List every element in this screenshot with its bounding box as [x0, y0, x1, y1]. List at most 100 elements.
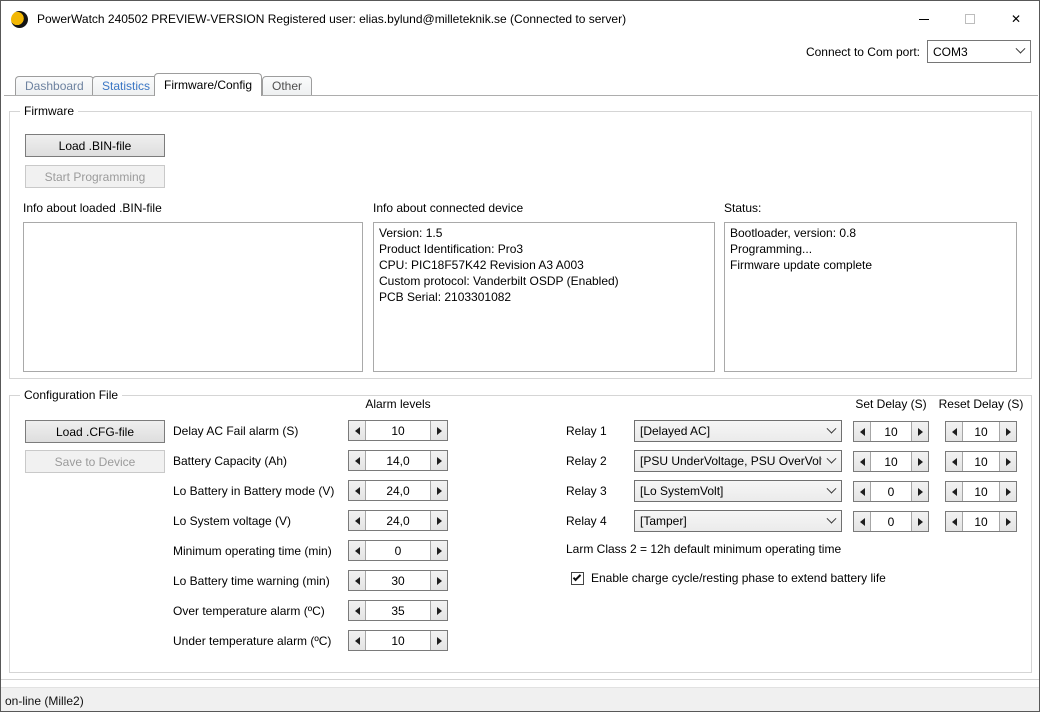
spinner-increment-icon[interactable] — [999, 512, 1016, 531]
chevron-down-icon — [827, 423, 837, 433]
start-programming-button[interactable]: Start Programming — [25, 165, 165, 188]
lo-battery-battery-mode-spinner[interactable]: 24,0 — [348, 480, 448, 501]
over-temperature-spinner[interactable]: 35 — [348, 600, 448, 621]
spinner-value[interactable]: 35 — [366, 601, 430, 620]
tab-statistics[interactable]: Statistics — [92, 76, 160, 95]
spinner-increment-icon[interactable] — [999, 482, 1016, 501]
spinner-value[interactable]: 10 — [963, 422, 999, 441]
spinner-value[interactable]: 30 — [366, 571, 430, 590]
spinner-value[interactable]: 24,0 — [366, 481, 430, 500]
alarm-label-minimum-operating-time: Minimum operating time (min) — [173, 544, 332, 558]
relay-4-select[interactable]: [Tamper] — [634, 510, 842, 532]
spinner-value[interactable]: 0 — [871, 482, 911, 501]
relay-2-select[interactable]: [PSU UnderVoltage, PSU OverVolta — [634, 450, 842, 472]
alarm-label-lo-battery-time-warning: Lo Battery time warning (min) — [173, 574, 330, 588]
device-info-label: Info about connected device — [373, 201, 523, 215]
spinner-decrement-icon[interactable] — [349, 631, 366, 650]
bottom-divider — [1, 679, 1039, 680]
loaded-bin-info-textbox[interactable] — [23, 222, 363, 372]
window-controls: ✕ — [901, 1, 1039, 37]
spinner-increment-icon[interactable] — [430, 421, 447, 440]
com-port-select[interactable]: COM3 — [927, 40, 1031, 63]
spinner-decrement-icon[interactable] — [854, 452, 871, 471]
spinner-increment-icon[interactable] — [911, 512, 928, 531]
maximize-button[interactable] — [947, 1, 993, 37]
alarm-label-under-temperature: Under temperature alarm (ºC) — [173, 634, 331, 648]
spinner-increment-icon[interactable] — [911, 452, 928, 471]
relay-2-label: Relay 2 — [566, 454, 607, 468]
spinner-increment-icon[interactable] — [911, 422, 928, 441]
relay-2-reset-delay-spinner[interactable]: 10 — [945, 451, 1017, 472]
spinner-decrement-icon[interactable] — [349, 451, 366, 470]
relay-4-reset-delay-spinner[interactable]: 10 — [945, 511, 1017, 532]
close-button[interactable]: ✕ — [993, 1, 1039, 37]
tab-firmware-config[interactable]: Firmware/Config — [154, 73, 262, 96]
spinner-value[interactable]: 10 — [366, 421, 430, 440]
minimum-operating-time-spinner[interactable]: 0 — [348, 540, 448, 561]
load-bin-file-button[interactable]: Load .BIN-file — [25, 134, 165, 157]
spinner-decrement-icon[interactable] — [349, 571, 366, 590]
tab-other[interactable]: Other — [262, 76, 312, 95]
under-temperature-spinner[interactable]: 10 — [348, 630, 448, 651]
spinner-decrement-icon[interactable] — [349, 481, 366, 500]
com-port-row: Connect to Com port: COM3 — [806, 40, 1031, 63]
spinner-value[interactable]: 0 — [366, 541, 430, 560]
firmware-group-legend: Firmware — [20, 104, 78, 118]
spinner-decrement-icon[interactable] — [349, 421, 366, 440]
spinner-increment-icon[interactable] — [999, 452, 1016, 471]
spinner-increment-icon[interactable] — [911, 482, 928, 501]
charge-cycle-checkbox[interactable] — [571, 572, 584, 585]
status-textbox[interactable]: Bootloader, version: 0.8 Programming... … — [724, 222, 1017, 372]
minimize-icon — [919, 19, 929, 20]
lo-battery-time-warning-spinner[interactable]: 30 — [348, 570, 448, 591]
spinner-decrement-icon[interactable] — [946, 422, 963, 441]
spinner-decrement-icon[interactable] — [854, 512, 871, 531]
spinner-increment-icon[interactable] — [430, 541, 447, 560]
spinner-value[interactable]: 0 — [871, 512, 911, 531]
alarm-label-over-temperature: Over temperature alarm (ºC) — [173, 604, 325, 618]
spinner-value[interactable]: 10 — [871, 422, 911, 441]
relay-2-set-delay-spinner[interactable]: 10 — [853, 451, 929, 472]
spinner-decrement-icon[interactable] — [946, 452, 963, 471]
spinner-increment-icon[interactable] — [430, 481, 447, 500]
relay-3-reset-delay-spinner[interactable]: 10 — [945, 481, 1017, 502]
spinner-increment-icon[interactable] — [430, 601, 447, 620]
spinner-value[interactable]: 10 — [963, 482, 999, 501]
relay-3-value: [Lo SystemVolt] — [640, 484, 822, 498]
spinner-increment-icon[interactable] — [430, 511, 447, 530]
spinner-decrement-icon[interactable] — [349, 511, 366, 530]
spinner-decrement-icon[interactable] — [349, 601, 366, 620]
battery-capacity-spinner[interactable]: 14,0 — [348, 450, 448, 471]
spinner-value[interactable]: 10 — [871, 452, 911, 471]
save-to-device-button[interactable]: Save to Device — [25, 450, 165, 473]
spinner-value[interactable]: 24,0 — [366, 511, 430, 530]
larm-class-note: Larm Class 2 = 12h default minimum opera… — [566, 542, 841, 556]
spinner-decrement-icon[interactable] — [854, 482, 871, 501]
spinner-value[interactable]: 10 — [366, 631, 430, 650]
tab-dashboard[interactable]: Dashboard — [15, 76, 94, 95]
spinner-decrement-icon[interactable] — [349, 541, 366, 560]
spinner-increment-icon[interactable] — [999, 422, 1016, 441]
relay-4-set-delay-spinner[interactable]: 0 — [853, 511, 929, 532]
spinner-increment-icon[interactable] — [430, 571, 447, 590]
device-info-textbox[interactable]: Version: 1.5 Product Identification: Pro… — [373, 222, 715, 372]
minimize-button[interactable] — [901, 1, 947, 37]
delay-ac-fail-spinner[interactable]: 10 — [348, 420, 448, 441]
relay-1-set-delay-spinner[interactable]: 10 — [853, 421, 929, 442]
relay-3-select[interactable]: [Lo SystemVolt] — [634, 480, 842, 502]
relay-3-set-delay-spinner[interactable]: 0 — [853, 481, 929, 502]
spinner-decrement-icon[interactable] — [854, 422, 871, 441]
spinner-decrement-icon[interactable] — [946, 512, 963, 531]
spinner-increment-icon[interactable] — [430, 451, 447, 470]
relay-1-select[interactable]: [Delayed AC] — [634, 420, 842, 442]
spinner-value[interactable]: 10 — [963, 452, 999, 471]
spinner-increment-icon[interactable] — [430, 631, 447, 650]
check-icon — [573, 572, 581, 580]
relay-1-reset-delay-spinner[interactable]: 10 — [945, 421, 1017, 442]
spinner-value[interactable]: 10 — [963, 512, 999, 531]
lo-system-voltage-spinner[interactable]: 24,0 — [348, 510, 448, 531]
maximize-icon — [965, 14, 975, 24]
spinner-value[interactable]: 14,0 — [366, 451, 430, 470]
load-cfg-file-button[interactable]: Load .CFG-file — [25, 420, 165, 443]
spinner-decrement-icon[interactable] — [946, 482, 963, 501]
